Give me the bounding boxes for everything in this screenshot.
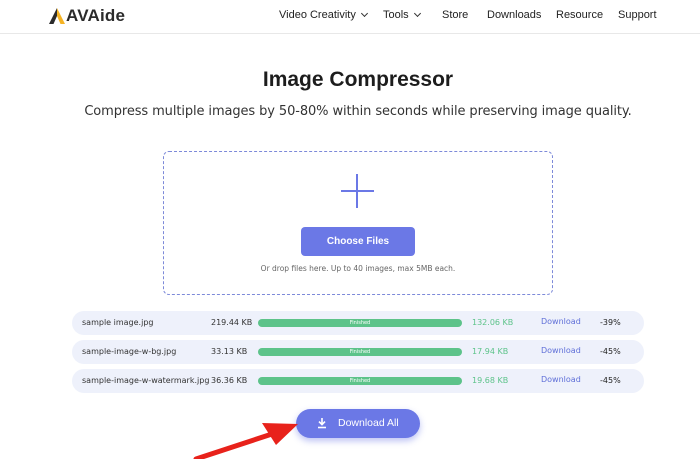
download-link[interactable]: Download [541,317,581,326]
nav-downloads[interactable]: Downloads [487,9,541,21]
file-name: sample-image-w-bg.jpg [82,347,177,356]
nav-label: Support [618,9,657,21]
progress-bar: Finished [258,377,462,385]
brand-name: AVAide [66,6,126,25]
chevron-down-icon [413,9,421,18]
chevron-down-icon [360,9,368,18]
download-all-label: Download All [338,417,399,429]
nav-label: Downloads [487,9,542,21]
original-size: 219.44 KB [211,318,253,327]
file-row: sample-image-w-bg.jpg 33.13 KB Finished … [72,340,644,364]
compressed-size: 19.68 KB [472,376,509,385]
original-size: 33.13 KB [211,347,248,356]
reduction-percent: -45% [600,347,621,356]
site-header: AVAide Video Creativity Tools Store Down… [0,0,700,34]
original-size: 36.36 KB [211,376,248,385]
reduction-percent: -39% [600,318,621,327]
nav-store[interactable]: Store [442,9,468,21]
plus-icon-vertical[interactable] [356,174,358,208]
download-link[interactable]: Download [541,375,581,384]
choose-files-button[interactable]: Choose Files [301,227,415,256]
file-drop-zone[interactable] [163,151,553,295]
file-row: sample image.jpg 219.44 KB Finished 132.… [72,311,644,335]
compressed-size: 17.94 KB [472,347,509,356]
nav-label: Store [442,9,469,21]
download-icon [318,418,326,429]
logo-icon [49,8,65,24]
reduction-percent: -45% [600,376,621,385]
nav-label: Tools [383,9,409,21]
nav-resource[interactable]: Resource [556,9,603,21]
drop-hint-text: Or drop files here. Up to 40 images, max… [260,264,456,273]
nav-support[interactable]: Support [618,9,657,21]
download-all-button[interactable]: Download All [296,409,420,438]
page-subtitle: Compress multiple images by 50-80% withi… [84,104,632,119]
brand-logo[interactable]: AVAide [48,6,125,26]
file-name: sample image.jpg [82,318,154,327]
progress-bar: Finished [258,348,462,356]
file-name: sample-image-w-watermark.jpg [82,376,210,385]
progress-bar: Finished [258,319,462,327]
page-title: Image Compressor [262,68,454,91]
nav-video-creativity[interactable]: Video Creativity [279,9,368,21]
compressed-size: 132.06 KB [472,318,514,327]
download-link[interactable]: Download [541,346,581,355]
nav-label: Video Creativity [279,9,356,21]
file-row: sample-image-w-watermark.jpg 36.36 KB Fi… [72,369,644,393]
nav-label: Resource [556,9,604,21]
nav-tools[interactable]: Tools [383,9,421,21]
